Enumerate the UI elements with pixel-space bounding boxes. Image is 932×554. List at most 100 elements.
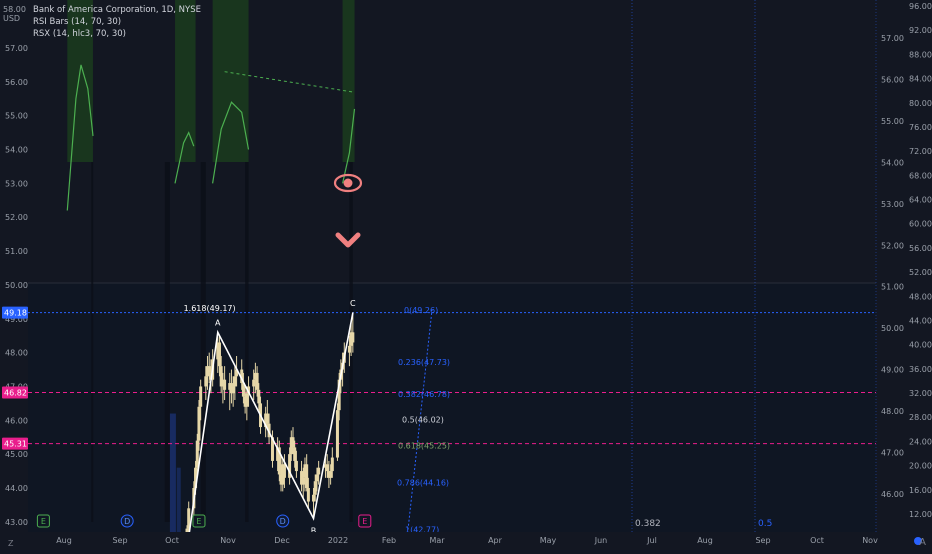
time-fib-label: 0.5 — [758, 519, 772, 529]
x-axis-tick: Oct — [165, 536, 179, 545]
fib-extension-label: 1.618(49.17) — [184, 304, 236, 313]
left-y-tick: 57.00 — [5, 44, 28, 53]
fib-level-label: 0.236(47.73) — [398, 358, 450, 367]
right-y-tick-outer: 44.00 — [909, 316, 932, 325]
candle-body — [217, 342, 221, 367]
wave-label-a: A — [215, 318, 221, 327]
dividend-marker[interactable]: D — [276, 514, 290, 528]
left-y-tick: 46.00 — [5, 416, 28, 425]
candle-body — [265, 413, 269, 424]
event-marker-label: D — [124, 517, 130, 526]
left-y-tick: 45.00 — [5, 450, 28, 459]
rsi-oversold-bar — [169, 413, 176, 532]
rsi-column — [164, 162, 170, 522]
right-y-tick-outer: 80.00 — [909, 99, 932, 108]
candle-body — [293, 447, 297, 461]
right-y-tick-outer: 72.00 — [909, 147, 932, 156]
candle-body — [335, 410, 339, 458]
eye-pupil — [343, 178, 353, 188]
x-axis-tick: Nov — [220, 536, 236, 545]
candle-body — [282, 464, 286, 478]
fib-level-label: 0.382(46.78) — [398, 390, 450, 399]
x-axis-tick: Aug — [56, 536, 72, 545]
x-axis-tick: Dec — [274, 536, 289, 545]
right-y-tick-outer: 60.00 — [909, 220, 932, 229]
candle-body — [195, 440, 199, 468]
candle-body — [294, 460, 298, 472]
price-badge-label: 46.82 — [4, 389, 27, 398]
time-fib-label: 0.382 — [635, 519, 661, 529]
earnings-marker[interactable]: E — [192, 514, 206, 528]
x-axis-tick: Nov — [862, 536, 878, 545]
left-y-tick: 56.00 — [5, 78, 28, 87]
rsi-oversold-bar — [176, 467, 181, 532]
right-y-tick-outer: 24.00 — [909, 437, 932, 446]
left-y-tick: 48.00 — [5, 349, 28, 358]
time-axis-bg — [0, 532, 932, 550]
left-y-tick: 51.00 — [5, 247, 28, 256]
rsi-overbought-band — [342, 0, 355, 162]
candle-body — [329, 471, 333, 478]
auto-scale-button[interactable]: A — [919, 537, 926, 548]
right-y-tick-outer: 40.00 — [909, 341, 932, 350]
currency-code: USD — [3, 14, 21, 23]
right-y-tick-outer: 36.00 — [909, 365, 932, 374]
rsi-overbought-band — [212, 0, 249, 162]
candle-body — [325, 464, 329, 472]
fib-level-label: 0.618(45.25) — [398, 442, 450, 451]
candle-body — [306, 488, 310, 502]
x-axis-tick: Jun — [594, 536, 608, 545]
right-y-tick-inner: 55.00 — [881, 117, 904, 126]
indicator-rsx[interactable]: RSX (14, hlc3, 70, 30) — [33, 28, 201, 40]
candle-body — [313, 481, 317, 495]
candle-body — [257, 389, 261, 404]
left-y-tick: 52.00 — [5, 213, 28, 222]
price-chart[interactable]: 0.382 0.5ABC1.618(49.17) 0(49.26)0.236(47.… — [0, 0, 932, 554]
right-y-tick-outer: 32.00 — [909, 389, 932, 398]
candle-body — [204, 376, 208, 387]
right-y-tick-outer: 92.00 — [909, 26, 932, 35]
candle-body — [245, 393, 249, 407]
left-y-tick: 44.00 — [5, 484, 28, 493]
right-y-tick-inner: 57.00 — [881, 34, 904, 43]
x-axis-tick: Aug — [697, 536, 713, 545]
right-y-tick-inner: 51.00 — [881, 283, 904, 292]
right-y-tick-inner: 52.00 — [881, 241, 904, 250]
right-y-tick-outer: 96.00 — [909, 2, 932, 11]
wave-label-c: C — [350, 299, 356, 308]
right-y-tick-inner: 50.00 — [881, 324, 904, 333]
candle-body — [255, 372, 259, 390]
right-y-tick-outer: 28.00 — [909, 413, 932, 422]
right-y-tick-inner: 54.00 — [881, 158, 904, 167]
candle-body — [199, 386, 203, 407]
right-y-tick-inner: 49.00 — [881, 366, 904, 375]
fib-level-label: 0.5(46.02) — [402, 416, 444, 425]
event-marker-label: E — [362, 517, 367, 526]
lower-pane — [28, 283, 876, 532]
x-axis-tick: Apr — [488, 536, 503, 545]
price-badge-label: 49.18 — [4, 309, 27, 318]
left-y-tick: 43.00 — [5, 518, 28, 527]
right-y-tick-outer: 64.00 — [909, 196, 932, 205]
rsi-column — [91, 162, 94, 522]
right-y-tick-inner: 56.00 — [881, 75, 904, 84]
symbol-title[interactable]: Bank of America Corporation, 1D, NYSE — [33, 4, 201, 16]
rsi-column — [245, 162, 249, 522]
right-y-tick-outer: 48.00 — [909, 292, 932, 301]
fib-level-label: 0(49.26) — [404, 306, 438, 315]
dividend-marker[interactable]: D — [120, 514, 134, 528]
zoom-reset-button[interactable]: Z — [8, 539, 13, 548]
candle-body — [233, 376, 237, 387]
chart-area[interactable]: 0.382 0.5 A B C 1.618(49.17) 0(49.26) 0.236(47.… — [0, 0, 932, 554]
price-badge-label: 45.31 — [4, 440, 27, 449]
fib-level-label: 0.786(44.16) — [397, 479, 449, 488]
right-y-tick-outer: 88.00 — [909, 50, 932, 59]
x-axis-tick: Sep — [755, 536, 770, 545]
event-marker-label: D — [280, 517, 286, 526]
earnings-marker[interactable]: E — [358, 514, 372, 528]
indicator-rsi-bars[interactable]: RSI Bars (14, 70, 30) — [33, 16, 201, 28]
x-axis-tick: Oct — [810, 536, 824, 545]
earnings-marker[interactable]: E — [36, 514, 50, 528]
right-y-tick-inner: 48.00 — [881, 407, 904, 416]
candle-body — [351, 332, 355, 343]
